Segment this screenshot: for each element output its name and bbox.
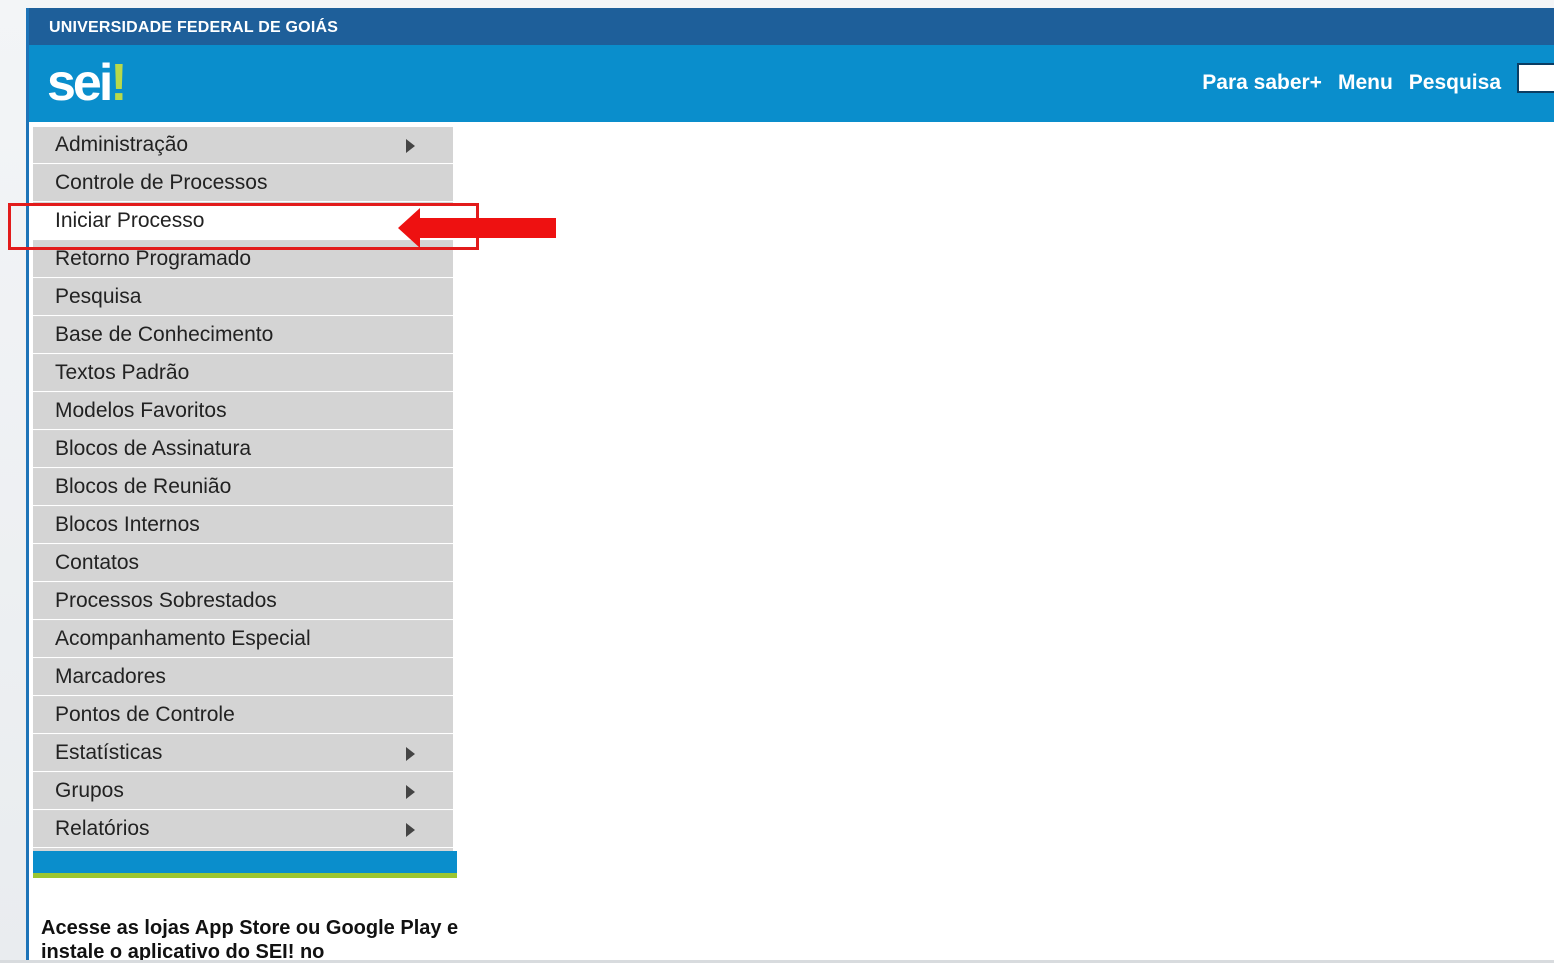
- menu-item-estatisticas[interactable]: Estatísticas: [33, 735, 453, 772]
- menu-item-marcadores[interactable]: Marcadores: [33, 659, 453, 696]
- menu-item-base-de-conhecimento[interactable]: Base de Conhecimento: [33, 317, 453, 354]
- submenu-arrow-icon: [406, 823, 415, 837]
- menu-item-label: Administração: [55, 133, 189, 156]
- link-menu[interactable]: Menu: [1338, 71, 1393, 95]
- menu-item-pontos-de-controle[interactable]: Pontos de Controle: [33, 697, 453, 734]
- header: sei! Para saber+ Menu Pesquisa: [29, 45, 1554, 122]
- menu-item-label: Grupos: [55, 779, 124, 802]
- menu-item-label: Textos Padrão: [55, 361, 190, 384]
- menu-item-modelos-favoritos[interactable]: Modelos Favoritos: [33, 393, 453, 430]
- menu-item-blocos-de-assinatura[interactable]: Blocos de Assinatura: [33, 431, 453, 468]
- page: UNIVERSIDADE FEDERAL DE GOIÁS sei! Para …: [0, 0, 1554, 963]
- menu-item-label: Estatísticas: [55, 741, 163, 764]
- menu-item-blocos-de-reuniao[interactable]: Blocos de Reunião: [33, 469, 453, 506]
- menu-item-pesquisa[interactable]: Pesquisa: [33, 279, 453, 316]
- menu-item-label: Blocos de Assinatura: [55, 437, 252, 460]
- submenu-arrow-icon: [406, 139, 415, 153]
- menu-item-textos-padrao[interactable]: Textos Padrão: [33, 355, 453, 392]
- menu-item-administracao[interactable]: Administração: [33, 127, 453, 164]
- submenu-arrow-icon: [406, 785, 415, 799]
- menu-item-label: Controle de Processos: [55, 171, 268, 194]
- menu-item-label: Processos Sobrestados: [55, 589, 277, 612]
- menu-item-label: Blocos de Reunião: [55, 475, 232, 498]
- search-input[interactable]: [1517, 63, 1554, 93]
- header-links: Para saber+ Menu Pesquisa: [1202, 71, 1501, 95]
- logo-mark: !: [110, 54, 128, 112]
- app-promo-text: Acesse as lojas App Store ou Google Play…: [41, 917, 459, 960]
- menu-item-label: Retorno Programado: [55, 247, 252, 270]
- institution-name: UNIVERSIDADE FEDERAL DE GOIÁS: [49, 19, 339, 36]
- logo-text: sei: [47, 54, 113, 112]
- app-window: UNIVERSIDADE FEDERAL DE GOIÁS sei! Para …: [26, 8, 1554, 960]
- menu-item-label: Pontos de Controle: [55, 703, 235, 726]
- submenu-arrow-icon: [406, 747, 415, 761]
- link-para-saber[interactable]: Para saber+: [1202, 71, 1322, 95]
- sei-logo[interactable]: sei!: [47, 53, 128, 113]
- menu-item-label: Modelos Favoritos: [55, 399, 227, 422]
- menu-item-label: Relatórios: [55, 817, 150, 840]
- menu-footer-bar: [33, 851, 457, 873]
- menu-item-processos-sobrestados[interactable]: Processos Sobrestados: [33, 583, 453, 620]
- institution-bar: UNIVERSIDADE FEDERAL DE GOIÁS: [29, 8, 1554, 45]
- link-pesquisa[interactable]: Pesquisa: [1409, 71, 1501, 95]
- menu-item-blocos-internos[interactable]: Blocos Internos: [33, 507, 453, 544]
- menu-item-relatorios[interactable]: Relatórios: [33, 811, 453, 848]
- menu-item-label: Blocos Internos: [55, 513, 200, 536]
- menu-item-label: Base de Conhecimento: [55, 323, 274, 346]
- menu-item-label: Marcadores: [55, 665, 166, 688]
- menu-item-grupos[interactable]: Grupos: [33, 773, 453, 810]
- menu-item-controle-de-processos[interactable]: Controle de Processos: [33, 165, 453, 202]
- menu-item-contatos[interactable]: Contatos: [33, 545, 453, 582]
- red-arrow-icon: [398, 208, 556, 248]
- menu-item-label: Pesquisa: [55, 285, 142, 308]
- menu-item-label: Contatos: [55, 551, 140, 574]
- menu-footer-accent: [33, 873, 457, 878]
- menu-item-label: Acompanhamento Especial: [55, 627, 311, 650]
- menu-item-acompanhamento-especial[interactable]: Acompanhamento Especial: [33, 621, 453, 658]
